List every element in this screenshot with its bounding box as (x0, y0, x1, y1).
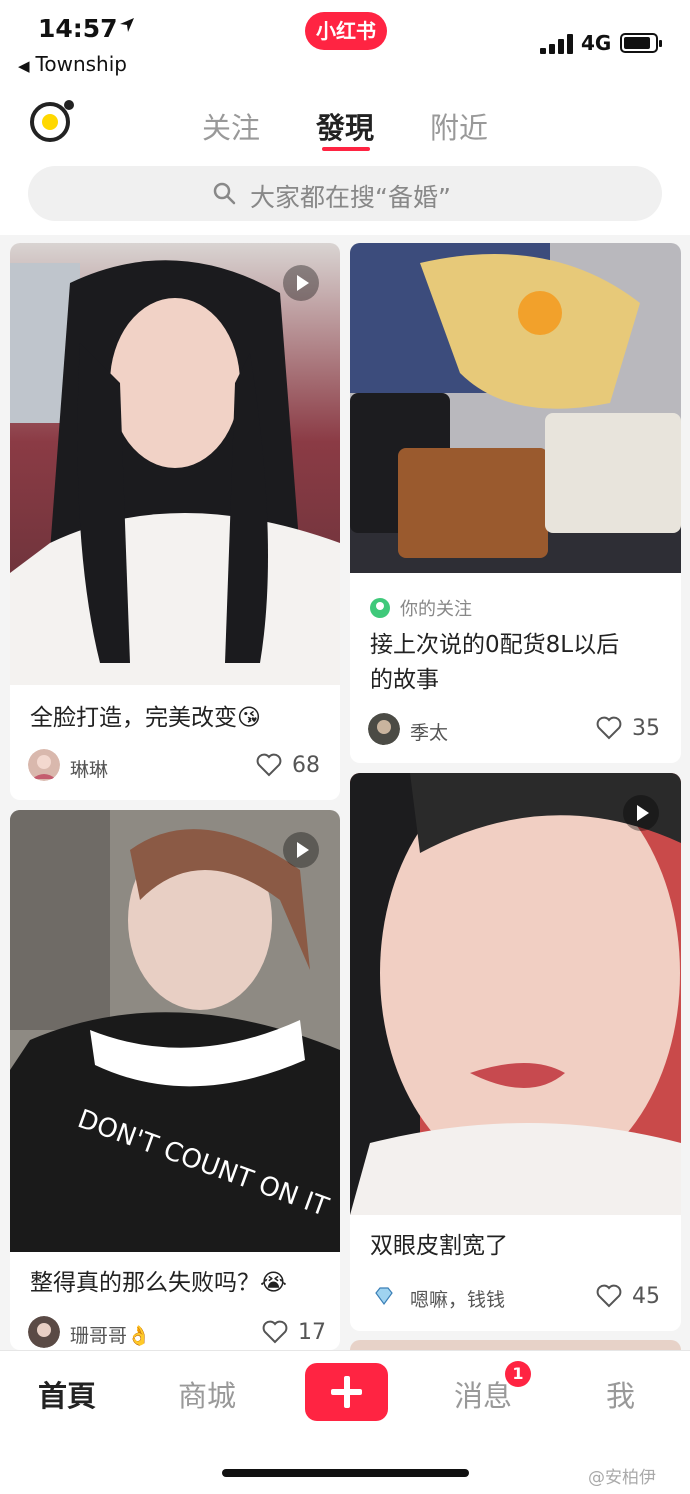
active-tab-indicator (322, 147, 370, 151)
nav-messages[interactable]: 消息 (454, 1373, 512, 1415)
heart-icon[interactable] (256, 753, 282, 777)
brand-logo: 小红书 (305, 12, 387, 50)
message-badge: 1 (505, 1361, 531, 1387)
tab-nearby[interactable]: 附近 (430, 105, 488, 147)
battery-icon (620, 33, 662, 53)
search-icon (213, 182, 236, 205)
post-plus-button[interactable] (305, 1363, 388, 1421)
following-tag-label: 你的关注 (400, 599, 472, 620)
card-title: 双眼皮割宽了 (370, 1233, 508, 1259)
tab-discover[interactable]: 發現 (316, 105, 374, 147)
nav-me[interactable]: 我 (606, 1373, 635, 1415)
author-name[interactable]: 嗯嘛，钱钱 (410, 1285, 505, 1312)
home-indicator[interactable] (222, 1469, 469, 1477)
diamond-icon[interactable] (368, 1280, 400, 1312)
card-title: 整得真的那么失败吗？😭 (30, 1270, 287, 1296)
like-count: 35 (632, 716, 660, 741)
card-title: 全脸打造，完美改变😘 (30, 705, 261, 731)
tab-following[interactable]: 关注 (202, 105, 260, 147)
heart-icon[interactable] (262, 1320, 288, 1344)
feed-card[interactable]: 双眼皮割宽了 嗯嘛，钱钱 45 (350, 773, 681, 1331)
author-name[interactable]: 琳琳 (70, 755, 108, 782)
feed-card[interactable]: 全脸打造，完美改变😘 琳琳 68 (10, 243, 340, 800)
author-name[interactable]: 珊哥哥👌 (70, 1321, 151, 1348)
status-time: 14:57 (38, 14, 118, 43)
heart-icon[interactable] (596, 1284, 622, 1308)
card-photo (350, 773, 681, 1215)
location-arrow-icon (120, 18, 134, 32)
back-app-label: Township (35, 52, 127, 76)
bottom-navigation: 首頁 商城 消息 1 我 @安柏伊 (0, 1350, 690, 1494)
video-play-icon (623, 795, 659, 831)
camera-icon[interactable] (30, 100, 74, 142)
nav-home[interactable]: 首頁 (38, 1373, 96, 1415)
back-triangle-icon: ◀ (18, 57, 30, 75)
feed-card[interactable]: 你的关注 接上次说的0配货8L以后 的故事 季太 35 (350, 243, 681, 763)
search-placeholder: 大家都在搜“备婚” (250, 183, 451, 212)
network-type: 4G (581, 31, 612, 55)
top-header: 关注 發現 附近 大家都在搜“备婚” (0, 90, 690, 235)
video-play-icon (283, 832, 319, 868)
nav-mall[interactable]: 商城 (178, 1373, 236, 1415)
card-photo: DON'T COUNT ON IT (10, 810, 340, 1252)
like-count: 17 (298, 1320, 326, 1345)
status-bar: 14:57 ◀ Township 小红书 4G (0, 0, 690, 90)
video-play-icon (283, 265, 319, 301)
card-title-line-1: 接上次说的0配货8L以后 (370, 632, 620, 658)
following-tag: 你的关注 (370, 595, 472, 621)
card-photo (10, 243, 340, 685)
back-to-app-link[interactable]: ◀ Township (18, 52, 127, 76)
card-title-line-2: 的故事 (370, 667, 439, 693)
author-name[interactable]: 季太 (410, 718, 448, 745)
heart-icon[interactable] (596, 716, 622, 740)
card-photo (350, 243, 681, 573)
avatar[interactable] (28, 749, 60, 781)
like-count: 68 (292, 753, 320, 778)
watermark: @安柏伊 (588, 1468, 656, 1488)
avatar[interactable] (28, 1316, 60, 1348)
feed-card[interactable]: DON'T COUNT ON IT 整得真的那么失败吗？😭 珊哥哥👌 17 (10, 810, 340, 1350)
like-count: 45 (632, 1284, 660, 1309)
avatar[interactable] (368, 713, 400, 745)
following-icon (370, 598, 390, 618)
search-bar[interactable]: 大家都在搜“备婚” (28, 166, 662, 221)
signal-icon (540, 34, 576, 54)
